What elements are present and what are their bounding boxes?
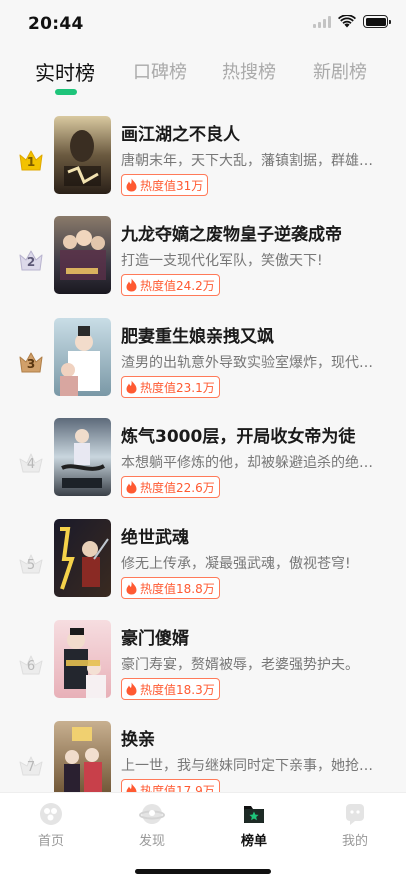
rank-badge: 5 xyxy=(18,552,44,576)
poster-image xyxy=(54,418,111,496)
tab-reputation[interactable]: 口碑榜 xyxy=(133,58,187,84)
heat-badge: 热度值22.6万 xyxy=(121,476,220,498)
drama-title[interactable]: 豪门傻婿 xyxy=(121,624,391,649)
profile-icon xyxy=(346,804,364,825)
fire-icon xyxy=(126,682,137,696)
drama-title[interactable]: 炼气3000层，开局收女帝为徒 xyxy=(121,422,391,447)
discover-icon xyxy=(139,804,165,824)
cellular-signal-icon xyxy=(313,15,331,28)
active-tab-indicator xyxy=(55,89,77,95)
drama-poster[interactable] xyxy=(54,318,111,396)
drama-poster[interactable] xyxy=(54,216,111,294)
poster-image xyxy=(54,216,111,294)
heat-badge: 热度值18.8万 xyxy=(121,577,220,599)
heat-badge: 热度值18.3万 xyxy=(121,678,220,700)
drama-title[interactable]: 换亲 xyxy=(121,725,391,750)
list-item[interactable]: 5 绝世武魂 修无上传承，凝最强武魂，傲视苍穹! 热度值18.8万 xyxy=(0,519,406,609)
heat-badge: 热度值17.9万 xyxy=(121,779,220,792)
nav-ranking-label: 榜单 xyxy=(240,834,267,849)
fire-icon xyxy=(126,278,137,292)
poster-image xyxy=(54,620,111,698)
drama-title[interactable]: 绝世武魂 xyxy=(121,523,391,548)
rank-number: 6 xyxy=(26,659,36,674)
drama-description: 修无上传承，凝最强武魂，傲视苍穹! xyxy=(121,556,351,572)
drama-poster[interactable] xyxy=(54,519,111,597)
rank-badge: 6 xyxy=(18,653,44,677)
poster-image xyxy=(54,721,111,792)
nav-profile[interactable]: 我的 xyxy=(320,801,390,849)
wifi-icon xyxy=(338,15,356,28)
heat-badge: 热度值31万 xyxy=(121,174,209,196)
poster-image xyxy=(54,318,111,396)
tab-hot-search[interactable]: 热搜榜 xyxy=(222,58,276,84)
rank-badge: 2 xyxy=(18,249,44,273)
list-item[interactable]: 3 肥妻重生娘亲拽又飒 渣男的出轨意外导致实验室爆炸，现代… 热度值23.1万 xyxy=(0,318,406,408)
heat-value: 热度值17.9万 xyxy=(140,783,215,793)
heat-value: 热度值22.6万 xyxy=(140,480,215,495)
drama-description: 渣男的出轨意外导致实验室爆炸，现代… xyxy=(121,355,373,371)
drama-description: 上一世，我与继妹同时定下亲事，她抢… xyxy=(121,758,373,774)
home-icon xyxy=(40,803,62,825)
tab-realtime[interactable]: 实时榜 xyxy=(35,57,95,86)
list-item[interactable]: 1 画江湖之不良人 唐朝末年，天下大乱，藩镇割据，群雄… 热度值31万 xyxy=(0,116,406,206)
drama-title[interactable]: 九龙夺嫡之废物皇子逆袭成帝 xyxy=(121,220,391,245)
battery-icon xyxy=(363,15,391,28)
rank-number: 3 xyxy=(26,357,36,371)
nav-ranking[interactable]: 榜单 xyxy=(219,801,289,849)
rank-number: 7 xyxy=(26,760,36,775)
nav-discover-label: 发现 xyxy=(138,834,165,849)
drama-description: 唐朝末年，天下大乱，藩镇割据，群雄… xyxy=(121,153,373,169)
drama-description: 豪门寿宴，赘婿被辱，老婆强势护夫。 xyxy=(121,657,359,673)
fire-icon xyxy=(126,783,137,792)
tab-new-drama[interactable]: 新剧榜 xyxy=(313,58,367,84)
rank-number: 4 xyxy=(26,457,36,472)
rank-number: 2 xyxy=(26,255,36,269)
drama-title[interactable]: 肥妻重生娘亲拽又飒 xyxy=(121,322,391,347)
rank-badge: 4 xyxy=(18,451,44,475)
status-bar: 20:44 xyxy=(0,0,406,48)
ranking-list: 1 画江湖之不良人 唐朝末年，天下大乱，藩镇割据，群雄… 热度值31万 2 九龙… xyxy=(0,112,406,792)
drama-poster[interactable] xyxy=(54,116,111,194)
heat-badge: 热度值24.2万 xyxy=(121,274,220,296)
poster-image xyxy=(54,116,111,194)
rank-badge: 7 xyxy=(18,754,44,778)
drama-poster[interactable] xyxy=(54,418,111,496)
fire-icon xyxy=(126,380,137,394)
rank-number: 5 xyxy=(26,558,36,573)
drama-description: 打造一支现代化军队，笑傲天下! xyxy=(121,253,323,269)
rank-number: 1 xyxy=(26,155,36,169)
list-item[interactable]: 6 豪门傻婿 豪门寿宴，赘婿被辱，老婆强势护夫。 热度值18.3万 xyxy=(0,620,406,710)
nav-home[interactable]: 首页 xyxy=(16,801,86,849)
drama-title[interactable]: 画江湖之不良人 xyxy=(121,120,391,145)
heat-value: 热度值23.1万 xyxy=(140,380,215,395)
fire-icon xyxy=(126,480,137,494)
nav-discover[interactable]: 发现 xyxy=(117,801,187,849)
nav-home-label: 首页 xyxy=(37,834,64,849)
heat-value: 热度值31万 xyxy=(140,178,204,193)
list-item[interactable]: 4 炼气3000层，开局收女帝为徒 本想躺平修炼的他，却被躲避追杀的绝… 热度值… xyxy=(0,418,406,508)
list-item[interactable]: 2 九龙夺嫡之废物皇子逆袭成帝 打造一支现代化军队，笑傲天下! 热度值24.2万 xyxy=(0,216,406,306)
nav-profile-label: 我的 xyxy=(341,834,368,849)
home-indicator xyxy=(135,869,271,874)
fire-icon xyxy=(126,581,137,595)
heat-value: 热度值18.8万 xyxy=(140,581,215,596)
drama-poster[interactable] xyxy=(54,721,111,792)
heat-value: 热度值24.2万 xyxy=(140,278,215,293)
heat-value: 热度值18.3万 xyxy=(140,682,215,697)
heat-badge: 热度值23.1万 xyxy=(121,376,220,398)
status-time: 20:44 xyxy=(28,14,84,34)
drama-poster[interactable] xyxy=(54,620,111,698)
list-item[interactable]: 7 换亲 上一世，我与继妹同时定下亲事，她抢… 热度值17.9万 xyxy=(0,721,406,792)
rank-badge: 1 xyxy=(18,149,44,173)
rank-badge: 3 xyxy=(18,351,44,375)
fire-icon xyxy=(126,178,137,192)
ranking-icon xyxy=(244,806,264,823)
drama-description: 本想躺平修炼的他，却被躲避追杀的绝… xyxy=(121,455,373,471)
poster-image xyxy=(54,519,111,597)
status-icons xyxy=(313,15,391,28)
